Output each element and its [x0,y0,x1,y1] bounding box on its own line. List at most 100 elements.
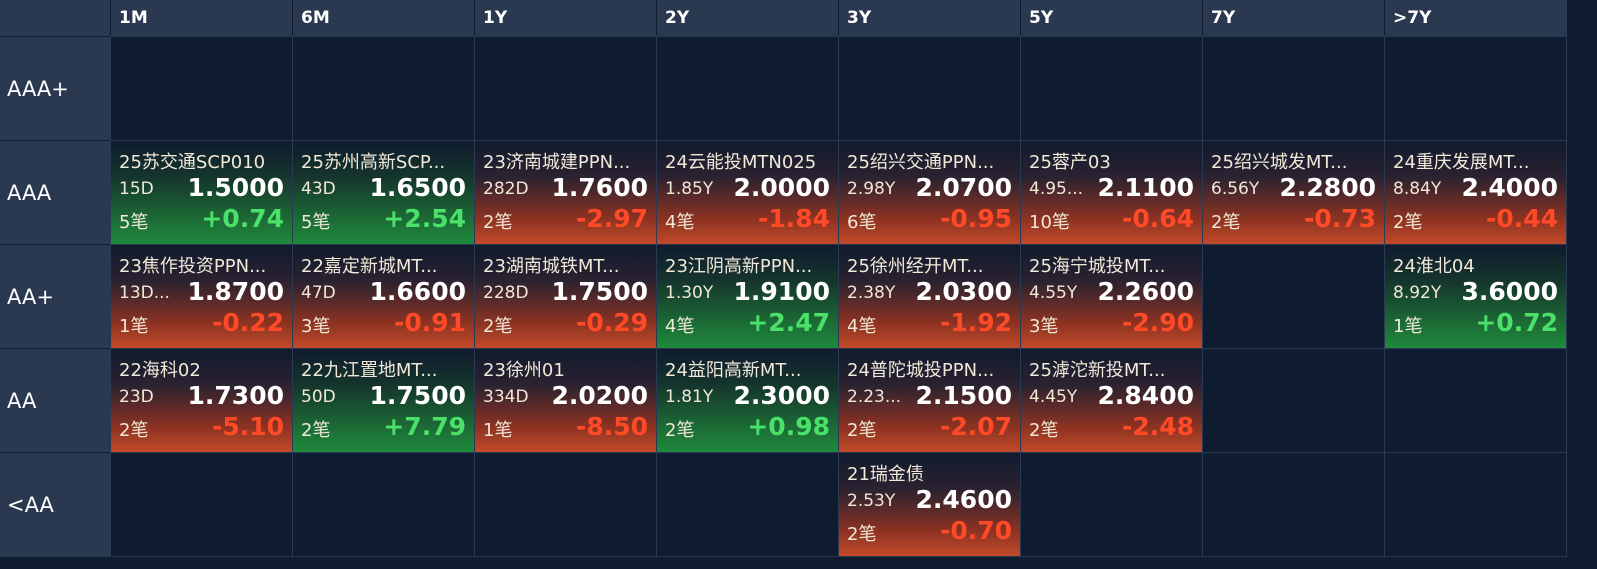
column-header-over-7y: >7Y [1384,0,1566,36]
rating-term-matrix: 1M 6M 1Y 2Y 3Y 5Y 7Y >7Y AAA+ AAA 25苏交通SCP… [0,0,1567,557]
yield-change: +2.54 [383,204,466,233]
empty-cell [656,452,838,556]
empty-cell [474,36,656,140]
yield-change: -8.50 [575,412,648,441]
bond-name: 25绍兴交通PPN... [847,152,995,173]
bond-quote-cell[interactable]: 22嘉定新城MT... 47D 1.6600 3笔 -0.91 [292,244,474,348]
empty-cell [1020,36,1202,140]
bond-quote-cell[interactable]: 25苏州高新SCP... 43D 1.6500 5笔 +2.54 [292,140,474,244]
trade-count: 2笔 [665,420,695,441]
bond-quote-cell[interactable]: 22九江置地MT... 50D 1.7500 2笔 +7.79 [292,348,474,452]
yield-change: -2.90 [1121,308,1194,337]
bond-quote-cell[interactable]: 25绍兴城发MT... 6.56Y 2.2800 2笔 -0.73 [1202,140,1384,244]
bond-name: 23江阴高新PPN... [665,256,813,277]
bond-quote-cell[interactable]: 22海科02 23D 1.7300 2笔 -5.10 [110,348,292,452]
remaining-term: 228D [483,283,529,303]
bond-quote-cell[interactable]: 23济南城建PPN... 282D 1.7600 2笔 -2.97 [474,140,656,244]
yield-rate: 2.3000 [733,381,830,410]
bond-quote-cell[interactable]: 25绍兴交通PPN... 2.98Y 2.0700 6笔 -0.95 [838,140,1020,244]
yield-change: -0.91 [393,308,466,337]
remaining-term: 47D [301,283,336,303]
empty-cell [474,452,656,556]
remaining-term: 2.38Y [847,283,896,303]
column-header-1m: 1M [110,0,292,36]
yield-rate: 2.4600 [915,485,1012,514]
trade-count: 2笔 [1393,212,1423,233]
remaining-term: 13D... [119,283,170,303]
bond-quote-cell[interactable]: 24普陀城投PPN... 2.23... 2.1500 2笔 -2.07 [838,348,1020,452]
remaining-term: 1.85Y [665,179,714,199]
bond-quote-cell[interactable]: 25徐州经开MT... 2.38Y 2.0300 4笔 -1.92 [838,244,1020,348]
trade-count: 2笔 [301,420,331,441]
remaining-term: 6.56Y [1211,179,1260,199]
bond-name: 23湖南城铁MT... [483,256,620,277]
empty-cell [1384,36,1566,140]
yield-change: +0.74 [201,204,284,233]
bond-name: 25蓉产03 [1029,152,1111,173]
yield-change: -0.73 [1303,204,1376,233]
header-corner [0,0,110,36]
remaining-term: 4.95... [1029,179,1084,199]
bond-name: 25徐州经开MT... [847,256,984,277]
trade-count: 2笔 [119,420,149,441]
bond-name: 25苏交通SCP010 [119,152,266,173]
bond-quote-cell[interactable]: 23焦作投资PPN... 13D... 1.8700 1笔 -0.22 [110,244,292,348]
remaining-term: 4.55Y [1029,283,1078,303]
trade-count: 2笔 [483,316,513,337]
yield-rate: 2.4000 [1461,173,1558,202]
remaining-term: 8.84Y [1393,179,1442,199]
empty-cell [838,36,1020,140]
yield-rate: 1.7500 [551,277,648,306]
bond-quote-cell[interactable]: 25苏交通SCP010 15D 1.5000 5笔 +0.74 [110,140,292,244]
trade-count: 6笔 [847,212,877,233]
trade-count: 1笔 [1393,316,1423,337]
bond-quote-cell[interactable]: 21瑞金债 2.53Y 2.4600 2笔 -0.70 [838,452,1020,556]
bond-quote-cell[interactable]: 24益阳高新MT... 1.81Y 2.3000 2笔 +0.98 [656,348,838,452]
trade-count: 4笔 [665,316,695,337]
empty-cell [292,452,474,556]
column-header-7y: 7Y [1202,0,1384,36]
bond-quote-cell[interactable]: 24云能投MTN025 1.85Y 2.0000 4笔 -1.84 [656,140,838,244]
yield-rate: 2.2600 [1097,277,1194,306]
bond-quote-cell[interactable]: 25滹沱新投MT... 4.45Y 2.8400 2笔 -2.48 [1020,348,1202,452]
yield-change: +0.98 [747,412,830,441]
yield-change: +0.72 [1475,308,1558,337]
bond-name: 24淮北04 [1393,256,1475,277]
column-header-3y: 3Y [838,0,1020,36]
empty-cell [1202,348,1384,452]
remaining-term: 15D [119,179,154,199]
remaining-term: 2.98Y [847,179,896,199]
bond-name: 22嘉定新城MT... [301,256,438,277]
empty-cell [1384,348,1566,452]
bond-quote-cell[interactable]: 23湖南城铁MT... 228D 1.7500 2笔 -0.29 [474,244,656,348]
empty-cell [292,36,474,140]
yield-rate: 1.7600 [551,173,648,202]
bond-quote-cell[interactable]: 25蓉产03 4.95... 2.1100 10笔 -0.64 [1020,140,1202,244]
row-label: <AA [0,452,110,556]
bond-quote-cell[interactable]: 24重庆发展MT... 8.84Y 2.4000 2笔 -0.44 [1384,140,1566,244]
bond-quote-cell[interactable]: 23江阴高新PPN... 1.30Y 1.9100 4笔 +2.47 [656,244,838,348]
bond-name: 25滹沱新投MT... [1029,360,1166,381]
bond-name: 25绍兴城发MT... [1211,152,1348,173]
yield-rate: 2.8400 [1097,381,1194,410]
bond-quote-cell[interactable]: 24淮北04 8.92Y 3.6000 1笔 +0.72 [1384,244,1566,348]
trade-count: 3笔 [301,316,331,337]
yield-change: -5.10 [211,412,284,441]
yield-rate: 1.8700 [187,277,284,306]
yield-rate: 1.7300 [187,381,284,410]
trade-count: 2笔 [483,212,513,233]
bond-name: 24益阳高新MT... [665,360,802,381]
bond-name: 22九江置地MT... [301,360,438,381]
trade-count: 5笔 [119,212,149,233]
yield-rate: 2.2800 [1279,173,1376,202]
row-label: AAA+ [0,36,110,140]
bond-quote-cell[interactable]: 23徐州01 334D 2.0200 1笔 -8.50 [474,348,656,452]
trade-count: 10笔 [1029,212,1070,233]
empty-cell [1202,452,1384,556]
trade-count: 2笔 [847,420,877,441]
trade-count: 4笔 [847,316,877,337]
bond-name: 23徐州01 [483,360,565,381]
empty-cell [110,452,292,556]
empty-cell [1384,452,1566,556]
bond-quote-cell[interactable]: 25海宁城投MT... 4.55Y 2.2600 3笔 -2.90 [1020,244,1202,348]
